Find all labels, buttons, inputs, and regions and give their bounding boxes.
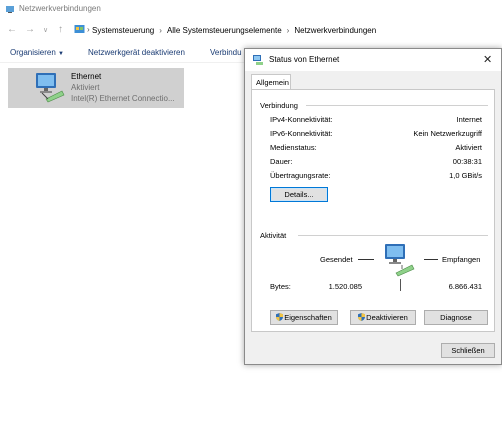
recent-chevron-icon[interactable]: ∨ — [43, 26, 48, 34]
breadcrumb-item[interactable]: Systemsteuerung — [92, 26, 154, 35]
dialog-titlebar: Status von Ethernet ✕ — [245, 49, 501, 71]
connection-action-button[interactable]: Verbindu — [210, 48, 242, 57]
adapter-status: Aktiviert — [71, 83, 100, 92]
ethernet-adapter-item[interactable]: Ethernet Aktiviert Intel(R) Ethernet Con… — [8, 68, 184, 108]
details-button[interactable]: Details... — [270, 187, 328, 202]
media-status-value: Aktiviert — [455, 143, 482, 152]
sent-label: Gesendet — [320, 255, 353, 264]
breadcrumb-separator-icon[interactable]: › — [287, 26, 290, 35]
adapter-name: Ethernet — [71, 72, 102, 81]
properties-button[interactable]: Eigenschaften — [270, 310, 338, 325]
received-label: Empfangen — [442, 255, 481, 264]
duration-label: Dauer: — [270, 157, 293, 166]
control-panel-icon — [74, 24, 85, 37]
dialog-title: Status von Ethernet — [269, 55, 340, 64]
tab-allgemein[interactable]: Allgemein — [251, 74, 291, 89]
ipv4-label: IPv4-Konnektivität: — [270, 115, 333, 124]
close-button[interactable]: Schließen — [441, 343, 495, 358]
dropdown-triangle-icon: ▼ — [58, 51, 64, 57]
close-icon[interactable]: ✕ — [483, 53, 492, 66]
bytes-sent: 1.520.085 — [328, 282, 362, 291]
network-folder-icon — [5, 4, 15, 16]
transfer-rate-value: 1,0 GBit/s — [449, 171, 482, 180]
activity-computer-icon — [382, 243, 418, 281]
ipv6-label: IPv6-Konnektivität: — [270, 129, 333, 138]
breadcrumb: Systemsteuerung › Alle Systemsteuerungsele… — [92, 26, 376, 35]
status-dialog: Status von Ethernet ✕ Allgemein Verbindu… — [244, 48, 502, 365]
media-status-label: Medienstatus: — [270, 143, 317, 152]
explorer-titlebar: Netzwerkverbindungen — [0, 0, 502, 19]
dialog-network-icon — [252, 54, 264, 68]
uac-shield-icon — [276, 313, 284, 321]
breadcrumb-item[interactable]: Alle Systemsteuerungselemente — [167, 26, 282, 35]
disable-device-button[interactable]: Netzwerkgerät deaktivieren — [88, 48, 185, 57]
activity-heading: Aktivität — [260, 231, 287, 240]
breadcrumb-separator-icon[interactable]: › — [159, 26, 162, 35]
ipv6-value: Kein Netzwerkzugriff — [413, 129, 482, 138]
duration-value: 00:38:31 — [452, 157, 482, 166]
diagnose-button[interactable]: Diagnose — [424, 310, 488, 325]
sent-line — [358, 259, 374, 260]
deactivate-button[interactable]: Deaktivieren — [350, 310, 416, 325]
network-adapter-icon — [32, 71, 66, 105]
back-arrow-icon[interactable]: ← — [7, 24, 17, 35]
breadcrumb-item[interactable]: Netzwerkverbindungen — [294, 26, 376, 35]
forward-arrow-icon[interactable]: → — [25, 24, 35, 35]
connection-heading: Verbindung — [260, 101, 298, 110]
bytes-label: Bytes: — [270, 282, 291, 291]
activity-divider — [400, 279, 401, 291]
general-tab-panel: Verbindung IPv4-Konnektivität: Internet … — [251, 89, 495, 332]
adapter-device: Intel(R) Ethernet Connectio... — [71, 94, 175, 103]
transfer-rate-label: Übertragungsrate: — [270, 171, 331, 180]
received-line — [424, 259, 438, 260]
organize-menu[interactable]: Organisieren ▼ — [10, 48, 64, 57]
window-title: Netzwerkverbindungen — [19, 4, 101, 13]
bytes-received: 6.866.431 — [448, 282, 482, 291]
breadcrumb-chevron-icon[interactable]: › — [87, 25, 90, 34]
group-divider — [306, 105, 488, 106]
uac-shield-icon — [358, 313, 366, 321]
ipv4-value: Internet — [456, 115, 482, 124]
up-arrow-icon[interactable]: ↑ — [58, 24, 63, 35]
group-divider — [298, 235, 488, 236]
address-bar: ← → ∨ ↑ › Systemsteuerung › Alle Systemste… — [0, 19, 502, 42]
